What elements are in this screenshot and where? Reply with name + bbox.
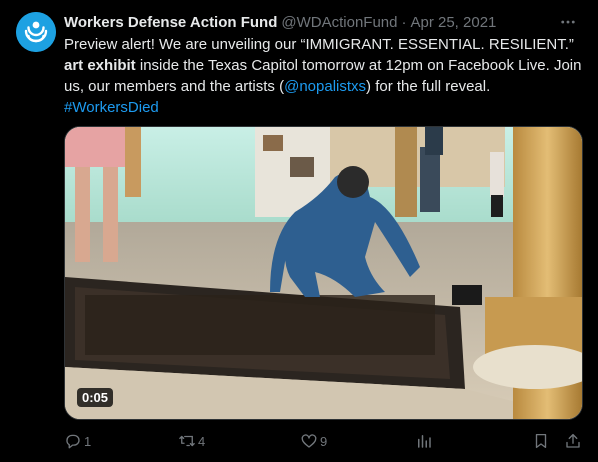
reply-icon	[66, 434, 80, 449]
analytics-icon	[418, 435, 431, 448]
like-count: 9	[320, 433, 328, 449]
like-button[interactable]: 9	[300, 430, 327, 452]
avatar[interactable]	[16, 12, 56, 52]
video-duration: 0:05	[77, 388, 114, 407]
reply-count: 1	[84, 433, 92, 449]
tweet-text-part: ) for the full reveal.	[366, 78, 491, 95]
workers-defense-logo-icon	[16, 12, 56, 52]
retweet-icon	[179, 435, 195, 447]
bookmark-button[interactable]	[532, 430, 550, 452]
tweet-text-part: Preview alert! We are unveiling our “IMM…	[64, 36, 574, 53]
author-handle[interactable]: @WDActionFund	[281, 14, 397, 31]
action-bar: 1 4 9	[64, 430, 584, 452]
bookmark-icon	[535, 433, 547, 449]
share-icon	[566, 433, 580, 448]
views-button[interactable]	[415, 430, 433, 452]
more-button[interactable]	[556, 10, 580, 34]
tweet-text: Preview alert! We are unveiling our “IMM…	[64, 34, 584, 118]
video-player[interactable]: 0:05	[64, 126, 583, 420]
video-frame	[65, 127, 582, 419]
tweet-date[interactable]: Apr 25, 2021	[410, 14, 496, 31]
retweet-button[interactable]: 4	[178, 430, 205, 452]
mention-link[interactable]: @nopalistxs	[284, 78, 366, 95]
reply-button[interactable]: 1	[64, 430, 91, 452]
heart-icon	[301, 434, 317, 448]
separator-dot: ·	[401, 13, 407, 31]
author-name[interactable]: Workers Defense Action Fund	[64, 14, 277, 31]
tweet[interactable]: Workers Defense Action Fund @WDActionFun…	[0, 0, 598, 462]
tweet-header: Workers Defense Action Fund @WDActionFun…	[64, 12, 582, 32]
share-button[interactable]	[564, 430, 582, 452]
hashtag-link[interactable]: #WorkersDied	[64, 99, 159, 116]
more-dots-icon	[561, 20, 575, 24]
tweet-text-bold: art exhibit	[64, 57, 136, 74]
retweet-count: 4	[198, 433, 206, 449]
